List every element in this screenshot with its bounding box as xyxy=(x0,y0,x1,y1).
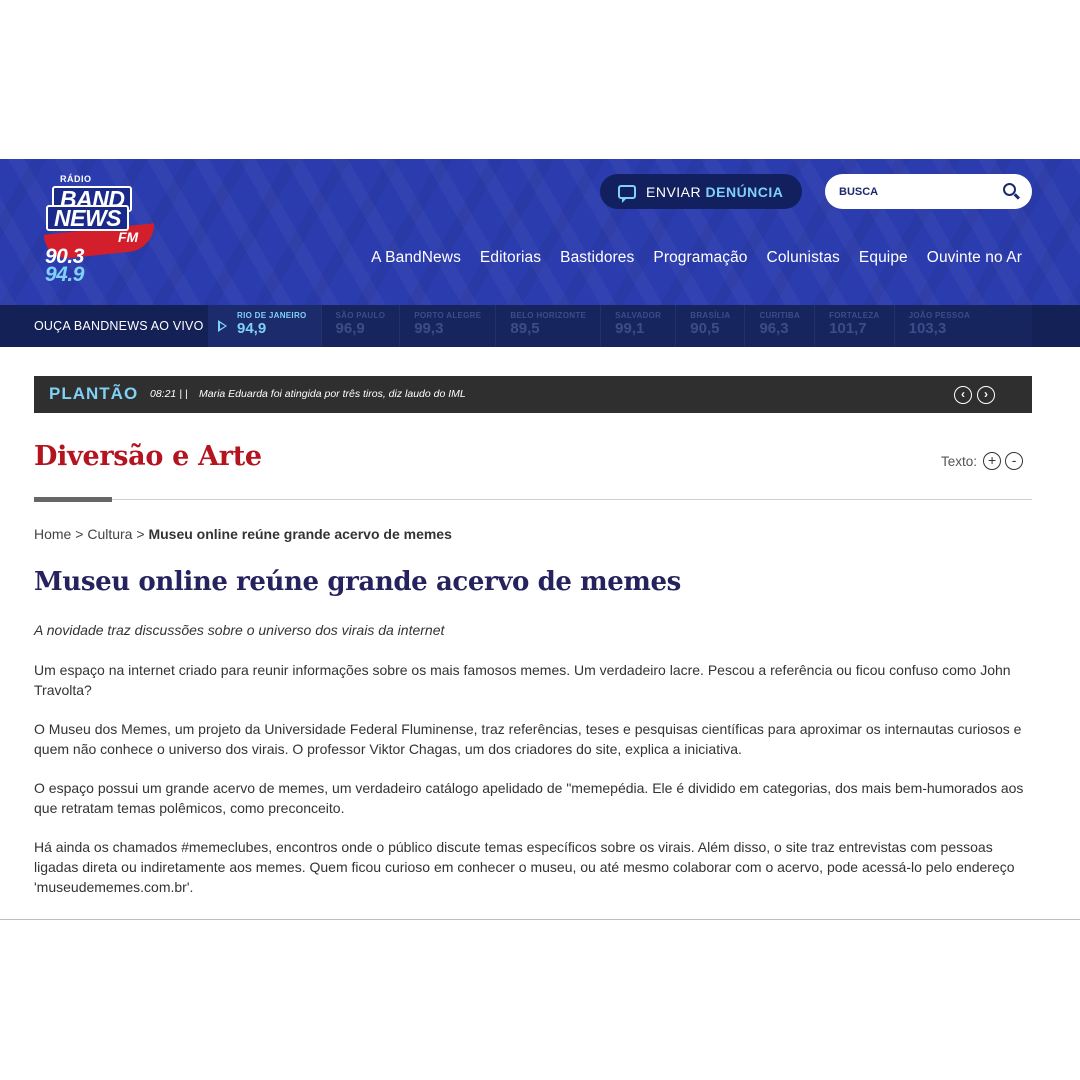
station-porto-alegre[interactable]: PORTO ALEGRE 99,3 xyxy=(399,305,495,347)
footer-divider xyxy=(0,919,1080,920)
search-box xyxy=(825,174,1032,209)
station-city: BRASÍLIA xyxy=(690,311,731,320)
station-freq: 96,9 xyxy=(335,320,365,337)
logo-fm-text: FM xyxy=(118,229,139,245)
station-city: PORTO ALEGRE xyxy=(414,311,482,320)
logo-news-text: NEWS xyxy=(46,205,129,231)
breadcrumb-separator: > xyxy=(75,526,84,542)
send-report-button[interactable]: ENVIAR DENÚNCIA xyxy=(600,174,802,209)
section-divider-accent xyxy=(34,497,112,502)
ticker-headline[interactable]: Maria Eduarda foi atingida por três tiro… xyxy=(199,388,466,400)
chat-icon xyxy=(618,184,636,203)
breadcrumb: Home > Cultura > Museu online reúne gran… xyxy=(34,526,452,542)
station-freq: 90,5 xyxy=(690,320,720,337)
station-freq: 99,3 xyxy=(414,320,444,337)
station-freq: 94,9 xyxy=(237,320,267,337)
station-list: RIO DE JANEIRO 94,9 SÃO PAULO 96,9 PORTO… xyxy=(208,305,1032,347)
nav-bastidores[interactable]: Bastidores xyxy=(560,249,634,267)
logo-radio-text: RÁDIO xyxy=(60,174,92,184)
search-icon[interactable] xyxy=(1003,183,1016,196)
live-label: OUÇA BANDNEWS AO VIVO xyxy=(34,319,204,333)
station-city: SALVADOR xyxy=(615,311,662,320)
breadcrumb-current: Museu online reúne grande acervo de meme… xyxy=(148,526,452,542)
play-icon xyxy=(218,320,227,332)
nav-a-bandnews[interactable]: A BandNews xyxy=(371,249,461,267)
breaking-news-ticker: PLANTÃO 08:21 | | Maria Eduarda foi atin… xyxy=(34,376,1032,413)
breadcrumb-separator: > xyxy=(136,526,145,542)
station-joao-pessoa[interactable]: JOÃO PESSOA 103,3 xyxy=(893,305,985,347)
station-city: SÃO PAULO xyxy=(335,311,386,320)
breadcrumb-category[interactable]: Cultura xyxy=(87,526,132,542)
logo-freq-2: 94.9 xyxy=(45,263,84,286)
article-paragraph: Um espaço na internet criado para reunir… xyxy=(34,662,1011,698)
send-report-label: ENVIAR DENÚNCIA xyxy=(646,184,783,200)
plus-icon[interactable]: + xyxy=(983,452,1002,470)
station-freq: 89,5 xyxy=(510,320,540,337)
nav-programacao[interactable]: Programação xyxy=(653,249,747,267)
station-fortaleza[interactable]: FORTALEZA 101,7 xyxy=(814,305,894,347)
search-input[interactable] xyxy=(839,183,989,201)
station-salvador[interactable]: SALVADOR 99,1 xyxy=(600,305,675,347)
station-city: FORTALEZA xyxy=(829,311,880,320)
station-brasilia[interactable]: BRASÍLIA 90,5 xyxy=(675,305,744,347)
section-divider xyxy=(34,499,1032,500)
chevron-left-icon[interactable]: ‹ xyxy=(954,386,972,404)
live-bar: OUÇA BANDNEWS AO VIVO RIO DE JANEIRO 94,… xyxy=(0,305,1080,347)
article-paragraph: Há ainda os chamados #memeclubes, encont… xyxy=(34,839,1015,895)
article-subtitle: A novidade traz discussões sobre o unive… xyxy=(34,622,445,638)
station-freq: 103,3 xyxy=(908,320,947,337)
article-title: Museu online reúne grande acervo de meme… xyxy=(34,567,681,597)
minus-icon[interactable]: - xyxy=(1005,452,1024,470)
ticker-time: 08:21 | | xyxy=(150,388,188,400)
station-rio-de-janeiro[interactable]: RIO DE JANEIRO 94,9 xyxy=(208,305,321,347)
nav-editorias[interactable]: Editorias xyxy=(480,249,541,267)
article-paragraph: O Museu dos Memes, um projeto da Univers… xyxy=(34,721,1022,757)
main-nav: A BandNews Editorias Bastidores Programa… xyxy=(371,249,1022,267)
nav-ouvinte-no-ar[interactable]: Ouvinte no Ar xyxy=(927,249,1022,267)
nav-equipe[interactable]: Equipe xyxy=(859,249,908,267)
send-report-prefix: ENVIAR xyxy=(646,183,702,200)
station-city: CURITIBA xyxy=(759,311,801,320)
breadcrumb-home[interactable]: Home xyxy=(34,526,71,542)
chevron-right-icon[interactable]: › xyxy=(977,386,995,404)
station-city: RIO DE JANEIRO xyxy=(237,311,307,320)
bandnews-logo[interactable]: RÁDIO BAND NEWS FM 90.3 94.9 xyxy=(40,171,170,291)
site-header: RÁDIO BAND NEWS FM 90.3 94.9 ENVIAR DENÚ… xyxy=(0,159,1080,305)
ticker-title: PLANTÃO xyxy=(49,384,139,403)
station-freq: 96,3 xyxy=(759,320,789,337)
article-body: Um espaço na internet criado para reunir… xyxy=(34,660,1034,916)
article-paragraph: O espaço possui um grande acervo de meme… xyxy=(34,780,1024,816)
station-city: JOÃO PESSOA xyxy=(908,311,971,320)
section-title: Diversão e Arte xyxy=(34,441,262,472)
send-report-strong: DENÚNCIA xyxy=(705,183,784,200)
station-freq: 99,1 xyxy=(615,320,645,337)
nav-colunistas[interactable]: Colunistas xyxy=(767,249,840,267)
station-sao-paulo[interactable]: SÃO PAULO 96,9 xyxy=(320,305,400,347)
station-city: BELO HORIZONTE xyxy=(510,311,587,320)
text-size-label: Texto: xyxy=(941,453,978,469)
station-belo-horizonte[interactable]: BELO HORIZONTE 89,5 xyxy=(495,305,600,347)
station-curitiba[interactable]: CURITIBA 96,3 xyxy=(744,305,814,347)
text-size-control: Texto: + - xyxy=(941,452,1024,470)
station-freq: 101,7 xyxy=(829,320,867,337)
